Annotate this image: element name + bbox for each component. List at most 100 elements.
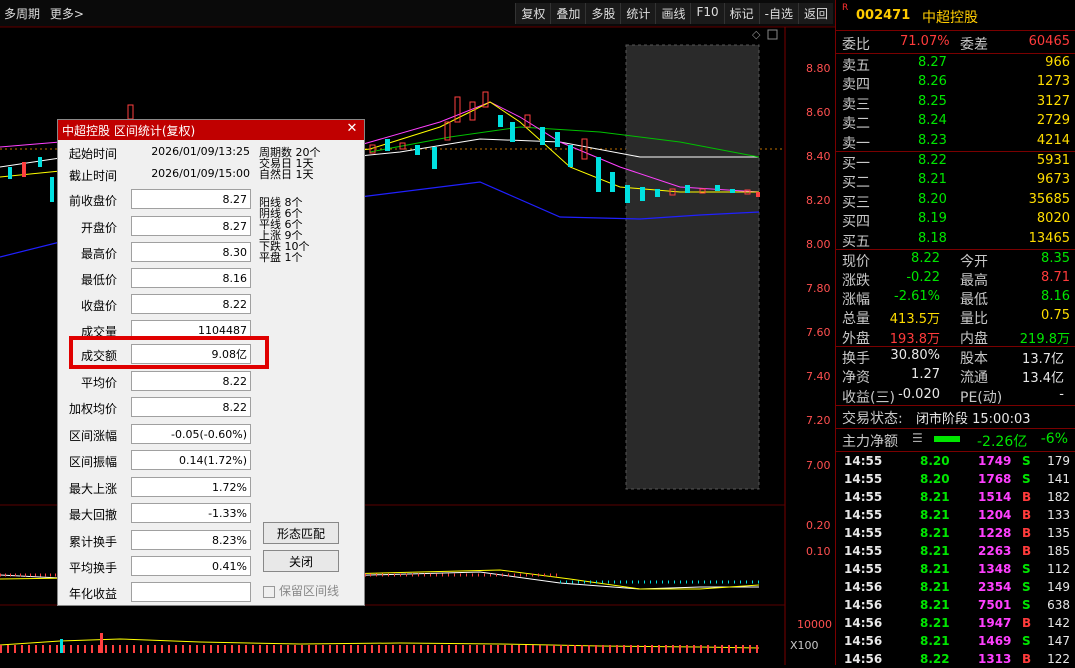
bids-label: 买三 (842, 194, 870, 211)
menu-diejia[interactable]: 叠加 (550, 3, 586, 24)
bids-volume: 35685 (1028, 191, 1070, 207)
stat-value: 13.7亿 (1022, 351, 1064, 367)
field-value: 8.16 (131, 268, 251, 288)
bid-book: 买一 8.22 5931 买二 8.21 9673 买三 8.20 35685 买四 8.19 802… (836, 152, 1075, 250)
menu-icon[interactable]: ☰ (912, 431, 923, 445)
price-tick: 7.00 (806, 459, 831, 472)
asks-price: 8.26 (918, 74, 947, 90)
bids-row: 买三 8.20 35685 (836, 191, 1075, 211)
close-button[interactable]: 关闭 (263, 550, 339, 572)
tick-side: B (1022, 490, 1032, 505)
macd-tick: 0.10 (806, 545, 831, 558)
tick-price: 8.21 (920, 616, 950, 631)
price-tick: 7.20 (806, 414, 831, 427)
stat-row: 收益(三) -0.020 PE(动) - (836, 386, 1075, 406)
stat-row: 外盘 193.8万 内盘 219.8万 (836, 327, 1075, 347)
stat-label: 涨跌 (842, 273, 870, 290)
diamond-icon[interactable]: ◇ (752, 28, 761, 41)
quote-panel: R 002471 中超控股 委比 71.07% 委差 60465 卖五 8.27 9… (835, 0, 1075, 668)
turnover-highlight-box (69, 336, 269, 369)
field-value: 2026/01/09/15:00 (151, 167, 250, 180)
field-label: 开盘价 (80, 221, 117, 235)
tick-count: 147 (1047, 634, 1070, 649)
menu-f10[interactable]: F10 (690, 3, 724, 24)
tick-row: 14:55 8.21 1348 S 112 (836, 560, 1075, 578)
tick-volume: 1514 (978, 490, 1012, 505)
tick-price: 8.21 (920, 508, 950, 523)
rongzi-mark: R (842, 3, 849, 13)
tick-side: S (1022, 580, 1031, 595)
asks-row: 卖三 8.25 3127 (836, 93, 1075, 113)
bids-row: 买一 8.22 5931 (836, 152, 1075, 172)
tick-price: 8.21 (920, 634, 950, 649)
tick-side: B (1022, 616, 1032, 631)
stat-row: 现价 8.22 今开 8.35 (836, 250, 1075, 270)
field-value: 0.14(1.72%) (131, 450, 251, 470)
tick-time: 14:55 (844, 454, 883, 469)
stat-label: 最低 (960, 292, 988, 309)
field-label: 加权均价 (68, 402, 117, 416)
bids-label: 买二 (842, 175, 870, 192)
selection-range[interactable] (625, 44, 760, 490)
price-tick: 7.80 (806, 282, 831, 295)
bids-label: 买五 (842, 233, 870, 250)
tick-row: 14:56 8.21 7501 S 638 (836, 596, 1075, 614)
tick-time: 14:55 (844, 544, 883, 559)
ask-book: 卖五 8.27 966 卖四 8.26 1273 卖三 8.25 3127 卖二 8.24 2729 卖… (836, 54, 1075, 152)
field-value: 1.72% (131, 477, 251, 497)
tick-row: 14:56 8.21 1469 S 147 (836, 632, 1075, 650)
asks-label: 卖一 (842, 135, 870, 152)
tick-side: B (1022, 508, 1032, 523)
tick-time: 14:56 (844, 616, 883, 631)
keep-line-checkbox[interactable] (263, 585, 275, 598)
stat-row: 总量 413.5万 量比 0.75 (836, 307, 1075, 328)
flow-bar (934, 436, 960, 443)
tick-row: 14:55 8.21 2263 B 185 (836, 542, 1075, 560)
menu-duogu[interactable]: 多股 (585, 3, 621, 24)
stat-value: 8.16 (1041, 289, 1070, 305)
menu-fanhui[interactable]: 返回 (797, 3, 833, 24)
field-label: 区间涨幅 (68, 429, 117, 443)
tick-row: 14:55 8.20 1749 S 179 (836, 452, 1075, 470)
close-icon[interactable]: ✕ (344, 121, 360, 137)
tick-volume: 1313 (978, 652, 1012, 667)
field-label: 最低价 (80, 273, 117, 287)
field-value: 8.23% (131, 530, 251, 550)
asks-row: 卖二 8.24 2729 (836, 112, 1075, 132)
multi-period-button[interactable]: 多周期 (4, 7, 40, 21)
more-button[interactable]: 更多> (50, 7, 84, 21)
field-label: 起始时间 (68, 147, 117, 161)
menu-huaxian[interactable]: 画线 (655, 3, 691, 24)
keep-line-option[interactable]: 保留区间线 (263, 582, 339, 599)
tick-side: S (1022, 454, 1031, 469)
tick-price: 8.22 (920, 652, 950, 667)
menu-zixuan[interactable]: -自选 (758, 3, 798, 24)
field-label: 最大回撤 (68, 508, 117, 522)
price-tick: 8.00 (806, 238, 831, 251)
asks-label: 卖四 (842, 77, 870, 94)
stat-value: 0.75 (1041, 308, 1070, 324)
price-tick: 8.80 (806, 62, 831, 75)
bids-volume: 9673 (1036, 172, 1070, 188)
tick-volume: 1204 (978, 508, 1012, 523)
field-value: 2026/01/09/13:25 (151, 145, 250, 158)
pattern-match-button[interactable]: 形态匹配 (263, 522, 339, 544)
bids-price: 8.19 (918, 211, 947, 227)
menu-fuquan[interactable]: 复权 (515, 3, 551, 24)
dialog-titlebar[interactable]: 中超控股 区间统计(复权) ✕ (58, 120, 364, 140)
field-label: 平均价 (80, 376, 117, 390)
stock-name: 中超控股 (922, 10, 978, 26)
menu-tongji[interactable]: 统计 (620, 3, 656, 24)
tick-list[interactable]: 14:55 8.20 1749 S 179 14:55 8.20 1768 S 141 14:55 8… (836, 452, 1075, 668)
tick-row: 14:55 8.21 1514 B 182 (836, 488, 1075, 506)
window-icon[interactable] (767, 29, 778, 40)
bar-stat: 平盘 1个 (259, 251, 303, 264)
bids-volume: 8020 (1036, 211, 1070, 227)
field-value: 8.22 (131, 397, 251, 417)
bids-label: 买一 (842, 155, 870, 172)
stat-label: 量比 (960, 311, 988, 328)
tick-count: 135 (1047, 526, 1070, 541)
field-label: 区间振幅 (68, 455, 117, 469)
volume-unit: X100 (790, 639, 819, 652)
menu-biaoji[interactable]: 标记 (723, 3, 759, 24)
